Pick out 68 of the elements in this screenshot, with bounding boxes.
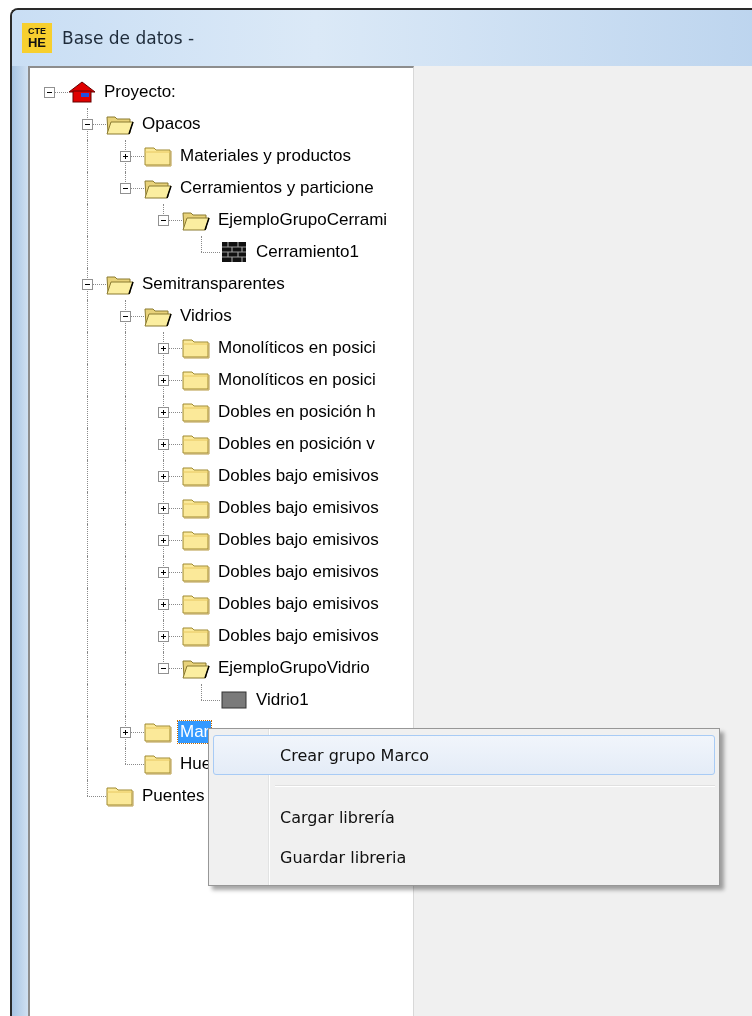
folder-icon <box>182 401 210 423</box>
folder-icon <box>182 593 210 615</box>
expand-toggle[interactable] <box>158 663 169 674</box>
folder-icon <box>144 145 172 167</box>
menu-item[interactable]: Crear grupo Marco <box>213 735 715 775</box>
expand-toggle[interactable] <box>82 119 93 130</box>
expand-toggle[interactable] <box>158 631 169 642</box>
folder-icon <box>182 433 210 455</box>
tree-item-label[interactable]: Dobles en posición h <box>216 401 378 423</box>
window-title: Base de datos - <box>62 28 195 48</box>
tree-item-label[interactable]: Opacos <box>140 113 203 135</box>
open-folder-icon <box>144 177 172 199</box>
tree-item-label[interactable]: Dobles bajo emisivos <box>216 625 381 647</box>
open-folder-icon <box>182 657 210 679</box>
tree-item-label[interactable]: Cerramiento1 <box>254 241 361 263</box>
expand-toggle[interactable] <box>158 375 169 386</box>
folder-icon <box>182 561 210 583</box>
expand-toggle[interactable] <box>158 471 169 482</box>
expand-toggle[interactable] <box>158 599 169 610</box>
folder-icon <box>182 337 210 359</box>
tree-item-label[interactable]: EjemploGrupoCerrami <box>216 209 390 231</box>
open-folder-icon <box>144 305 172 327</box>
tree-item-label[interactable]: Dobles bajo emisivos <box>216 561 381 583</box>
expand-toggle[interactable] <box>158 439 169 450</box>
menu-item[interactable]: Cargar librería <box>213 797 715 837</box>
expand-toggle[interactable] <box>44 87 55 98</box>
folder-icon <box>182 465 210 487</box>
house-icon <box>68 81 96 103</box>
brick-wall-icon <box>220 241 248 263</box>
expand-toggle[interactable] <box>158 343 169 354</box>
expand-toggle[interactable] <box>82 279 93 290</box>
expand-toggle[interactable] <box>158 215 169 226</box>
tree-item-label[interactable]: Dobles bajo emisivos <box>216 497 381 519</box>
tree-item-label[interactable]: Cerramientos y particione <box>178 177 376 199</box>
tree-item-label[interactable]: Dobles bajo emisivos <box>216 529 381 551</box>
folder-icon <box>182 369 210 391</box>
app-logo: CTE HE <box>22 23 52 53</box>
tree-item-label[interactable]: Semitransparentes <box>140 273 287 295</box>
expand-toggle[interactable] <box>120 311 131 322</box>
folder-icon <box>144 753 172 775</box>
folder-icon <box>182 529 210 551</box>
tree-item-label[interactable]: Dobles bajo emisivos <box>216 593 381 615</box>
tree-item-label[interactable]: Dobles en posición v <box>216 433 377 455</box>
tree-item-label[interactable]: Vidrios <box>178 305 234 327</box>
tree-item-label[interactable]: Monolíticos en posici <box>216 369 378 391</box>
expand-toggle[interactable] <box>120 727 131 738</box>
open-folder-icon <box>106 113 134 135</box>
tree-item-label[interactable]: EjemploGrupoVidrio <box>216 657 372 679</box>
expand-toggle[interactable] <box>158 567 169 578</box>
expand-toggle[interactable] <box>120 183 131 194</box>
glass-pane-icon <box>220 689 248 711</box>
expand-toggle[interactable] <box>158 535 169 546</box>
folder-icon <box>144 721 172 743</box>
expand-toggle[interactable] <box>120 151 131 162</box>
menu-item[interactable]: Guardar libreria <box>213 837 715 877</box>
folder-icon <box>106 785 134 807</box>
tree-item-label[interactable]: Vidrio1 <box>254 689 311 711</box>
expand-toggle[interactable] <box>158 407 169 418</box>
open-folder-icon <box>182 209 210 231</box>
open-folder-icon <box>106 273 134 295</box>
folder-icon <box>182 625 210 647</box>
folder-icon <box>182 497 210 519</box>
tree-item-label[interactable]: Monolíticos en posici <box>216 337 378 359</box>
tree-item-label[interactable]: Puentes <box>140 785 207 807</box>
expand-toggle[interactable] <box>158 503 169 514</box>
tree-item-label[interactable]: Dobles bajo emisivos <box>216 465 381 487</box>
tree-item-label[interactable]: Proyecto: <box>102 81 178 103</box>
tree-item-label[interactable]: Materiales y productos <box>178 145 354 167</box>
